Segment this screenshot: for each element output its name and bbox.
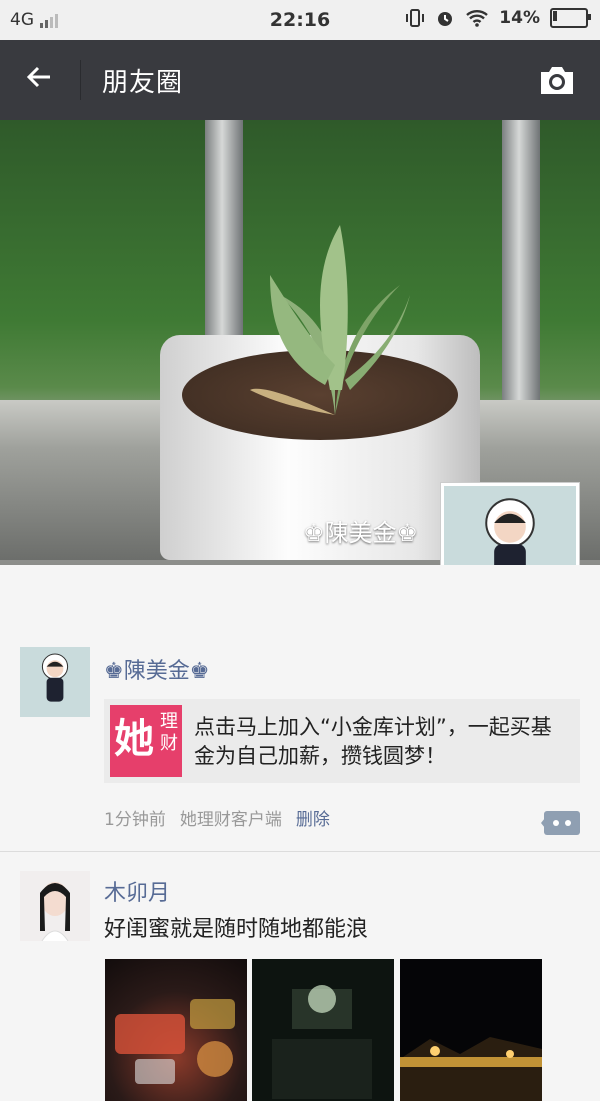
shared-link-card[interactable]: 她 理财 点击马上加入“小金库计划”，一起买基金为自己加薪，攒钱圆梦！: [104, 699, 580, 783]
comment-button[interactable]: [541, 811, 580, 835]
delete-link[interactable]: 删除: [296, 805, 330, 830]
post-avatar[interactable]: [20, 647, 90, 717]
post-source: 她理财客户端: [179, 810, 282, 830]
post-author[interactable]: 木卯月: [104, 875, 170, 907]
cover-user-name: ♚陳美金♚: [302, 519, 418, 547]
camera-icon: [541, 67, 573, 94]
post-time: 1分钟前: [104, 810, 166, 830]
header-bar: 朋友圈: [0, 40, 600, 120]
cover-plant: [250, 225, 410, 415]
battery-percent: 14%: [499, 8, 540, 28]
post-author[interactable]: ♚陳美金♚: [104, 653, 209, 685]
arrow-left-icon: [26, 66, 50, 88]
moments-feed: ♚陳美金♚ 她 理财 点击马上加入“小金库计划”，一起买基金为自己加薪，攒钱圆梦…: [0, 565, 600, 1101]
post-divider: [0, 851, 600, 852]
status-bar: 4G 22:16 14%: [0, 0, 600, 40]
camera-button[interactable]: [538, 64, 576, 96]
post-photo[interactable]: [105, 959, 247, 1101]
alarm-icon: [438, 12, 453, 26]
vibrate-icon: [406, 9, 425, 27]
battery-fill: [553, 11, 557, 21]
share-app-icon: 她 理财: [110, 705, 182, 777]
post-text: 好闺蜜就是随时随地都能浪: [104, 917, 369, 942]
header-divider: [80, 60, 81, 100]
post-photo[interactable]: [400, 959, 542, 1101]
share-icon-small-text: 理财: [160, 711, 178, 754]
post-photo[interactable]: [252, 959, 394, 1101]
post-avatar[interactable]: [20, 871, 90, 941]
battery-icon: [550, 8, 591, 28]
share-description: 点击马上加入“小金库计划”，一起买基金为自己加薪，攒钱圆梦！: [194, 715, 552, 768]
share-icon-big-text: 她: [114, 716, 154, 762]
cover-rail-right: [502, 120, 540, 410]
wifi-icon: [466, 10, 489, 27]
status-icons: 14%: [405, 8, 591, 28]
post-meta: 1分钟前 她理财客户端 删除: [104, 805, 330, 830]
page-title: 朋友圈: [102, 68, 184, 98]
back-button[interactable]: [24, 62, 54, 99]
